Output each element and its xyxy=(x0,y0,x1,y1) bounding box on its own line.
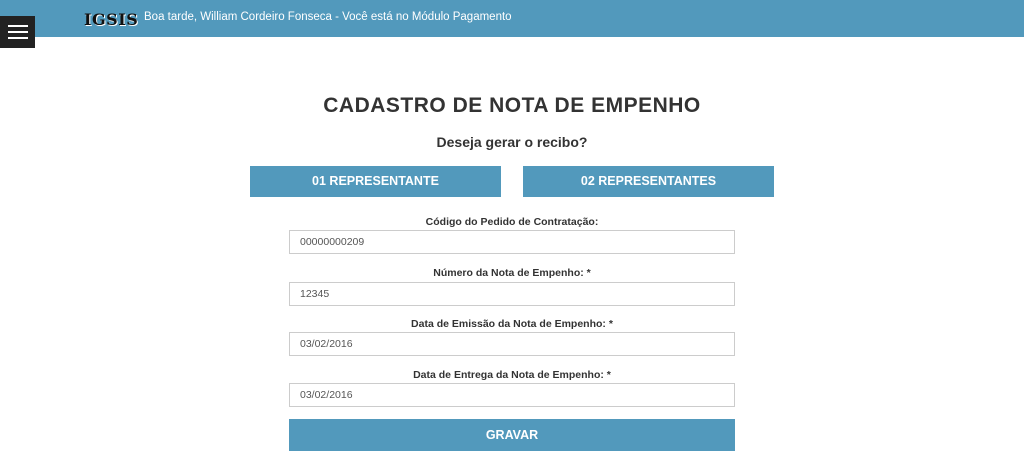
page-subtitle: Deseja gerar o recibo? xyxy=(436,134,588,150)
delivery-date-input[interactable]: 03/02/2016 xyxy=(289,383,735,407)
contract-order-code-input[interactable]: 00000000209 xyxy=(289,230,735,254)
hamburger-icon-line xyxy=(8,37,28,39)
hamburger-menu-button[interactable] xyxy=(0,16,35,48)
greeting-text: Boa tarde, William Cordeiro Fonseca - Vo… xyxy=(144,11,512,23)
one-representative-button[interactable]: 01 REPRESENTANTE xyxy=(250,166,501,197)
contract-order-code-label: Código do Pedido de Contratação: xyxy=(425,216,599,228)
issue-date-input[interactable]: 03/02/2016 xyxy=(289,332,735,356)
two-representatives-button[interactable]: 02 REPRESENTANTES xyxy=(523,166,774,197)
issue-date-label: Data de Emissão da Nota de Empenho: * xyxy=(411,318,613,330)
app-logo[interactable]: IGSIS xyxy=(84,10,138,29)
top-header-bar: IGSIS Boa tarde, William Cordeiro Fonsec… xyxy=(0,0,1024,37)
commitment-note-number-label: Número da Nota de Empenho: * xyxy=(433,267,591,279)
save-button[interactable]: GRAVAR xyxy=(289,419,735,451)
page-title: CADASTRO DE NOTA DE EMPENHO xyxy=(323,94,701,117)
delivery-date-label: Data de Entrega da Nota de Empenho: * xyxy=(413,369,611,381)
hamburger-icon-line xyxy=(8,25,28,27)
hamburger-icon-line xyxy=(8,31,28,33)
commitment-note-number-input[interactable]: 12345 xyxy=(289,282,735,306)
